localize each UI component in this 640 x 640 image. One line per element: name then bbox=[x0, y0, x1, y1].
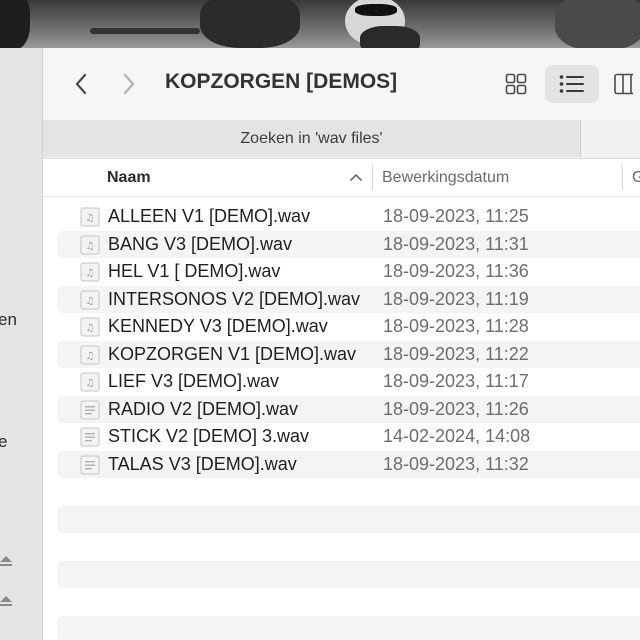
column-header-modified-label: Bewerkingsdatum bbox=[382, 168, 510, 186]
empty-row bbox=[57, 616, 640, 640]
file-row[interactable]: ♫ INTERSONOS V2 [DEMO].wav 18-09-2023, 1… bbox=[57, 285, 640, 313]
file-date: 18-09-2023, 11:26 bbox=[383, 398, 529, 419]
file-name: RADIO V2 [DEMO].wav bbox=[108, 398, 299, 419]
list-icon bbox=[559, 75, 584, 93]
column-header-third[interactable]: G bbox=[632, 159, 640, 196]
file-date: 18-09-2023, 11:17 bbox=[383, 371, 529, 391]
search-scope-bar: Zoeken in 'wav files' bbox=[43, 120, 640, 159]
file-row[interactable]: ♫ BANG V3 [DEMO].wav 18-09-2023, 11:31 bbox=[57, 230, 640, 258]
desktop-wallpaper bbox=[0, 0, 640, 48]
file-row[interactable]: ♫ HEL V1 [ DEMO].wav 18-09-2023, 11:36 bbox=[57, 258, 640, 286]
icon-view-button[interactable] bbox=[489, 65, 543, 103]
empty-row bbox=[57, 506, 640, 533]
file-name: ALLEEN V1 [DEMO].wav bbox=[108, 206, 311, 226]
file-name: LIEF V3 [DEMO].wav bbox=[108, 371, 280, 391]
audio-file-icon: ♫ bbox=[80, 207, 100, 227]
svg-text:♫: ♫ bbox=[86, 241, 95, 252]
file-name: KOPZORGEN V1 [DEMO].wav bbox=[108, 343, 357, 364]
column-header-modified[interactable]: Bewerkingsdatum bbox=[382, 159, 612, 196]
file-row[interactable]: ♫ ALLEEN V1 [DEMO].wav 18-09-2023, 11:25 bbox=[57, 203, 640, 231]
file-date: 18-09-2023, 11:19 bbox=[383, 288, 529, 309]
chevron-left-icon bbox=[75, 73, 87, 95]
column-header: Naam Bewerkingsdatum G bbox=[43, 159, 640, 197]
document-file-icon bbox=[80, 400, 100, 419]
svg-text:♫: ♫ bbox=[86, 323, 95, 334]
audio-file-icon: ♫ bbox=[80, 235, 100, 254]
svg-text:♫: ♫ bbox=[86, 351, 95, 362]
file-date: 18-09-2023, 11:32 bbox=[383, 453, 529, 474]
file-date: 18-09-2023, 11:25 bbox=[383, 206, 529, 226]
back-button[interactable] bbox=[65, 68, 97, 100]
column-header-name-label: Naam bbox=[107, 168, 151, 186]
column-view-button[interactable] bbox=[603, 65, 640, 103]
audio-file-icon: ♫ bbox=[80, 372, 100, 392]
audio-file-icon: ♫ bbox=[80, 262, 100, 282]
audio-file-icon: ♫ bbox=[80, 345, 100, 364]
columns-icon bbox=[614, 73, 633, 95]
file-row[interactable]: ♫ KOPZORGEN V1 [DEMO].wav 18-09-2023, 11… bbox=[57, 340, 640, 368]
file-row[interactable]: ♫ LIEF V3 [DEMO].wav 18-09-2023, 11:17 bbox=[57, 368, 640, 396]
finder-window: KOPZORGEN [DEMOS] Zoeken in 'wav files' … bbox=[43, 48, 640, 640]
sort-ascending-icon bbox=[350, 174, 362, 181]
file-name: HEL V1 [ DEMO].wav bbox=[108, 261, 281, 281]
file-row[interactable]: RADIO V2 [DEMO].wav 18-09-2023, 11:26 bbox=[57, 395, 640, 423]
file-date: 18-09-2023, 11:22 bbox=[383, 343, 529, 364]
document-file-icon bbox=[80, 455, 100, 474]
column-header-third-label: G bbox=[632, 168, 640, 186]
file-date: 18-09-2023, 11:31 bbox=[383, 233, 529, 254]
file-name: BANG V3 [DEMO].wav bbox=[108, 233, 293, 254]
column-separator[interactable] bbox=[622, 165, 623, 190]
file-name: TALAS V3 [DEMO].wav bbox=[108, 453, 297, 474]
file-row[interactable]: TALAS V3 [DEMO].wav 18-09-2023, 11:32 bbox=[57, 450, 640, 478]
forward-button[interactable] bbox=[113, 68, 145, 100]
grid-icon bbox=[505, 73, 527, 95]
file-row[interactable]: ♫ KENNEDY V3 [DEMO].wav 18-09-2023, 11:2… bbox=[57, 313, 640, 341]
window-title: KOPZORGEN [DEMOS] bbox=[165, 70, 398, 93]
svg-text:♫: ♫ bbox=[86, 378, 95, 389]
list-view-button[interactable] bbox=[545, 65, 599, 103]
file-name: INTERSONOS V2 [DEMO].wav bbox=[108, 288, 361, 309]
document-file-icon bbox=[80, 427, 100, 447]
chevron-right-icon bbox=[123, 73, 135, 95]
svg-text:♫: ♫ bbox=[86, 296, 95, 307]
file-row[interactable]: STICK V2 [DEMO] 3.wav 14-02-2024, 14:08 bbox=[57, 423, 640, 451]
file-date: 18-09-2023, 11:28 bbox=[383, 316, 529, 336]
file-date: 18-09-2023, 11:36 bbox=[383, 261, 529, 281]
eject-icon[interactable] bbox=[0, 556, 12, 566]
toolbar: KOPZORGEN [DEMOS] bbox=[43, 48, 640, 120]
column-separator[interactable] bbox=[372, 165, 373, 190]
file-date: 14-02-2024, 14:08 bbox=[383, 426, 531, 446]
search-scope-tab[interactable]: Zoeken in 'wav files' bbox=[43, 120, 581, 157]
svg-text:♫: ♫ bbox=[86, 268, 95, 279]
audio-file-icon: ♫ bbox=[80, 290, 100, 309]
svg-text:♫: ♫ bbox=[86, 213, 95, 224]
column-header-name[interactable]: Naam bbox=[107, 159, 372, 196]
file-name: KENNEDY V3 [DEMO].wav bbox=[108, 316, 328, 336]
sidebar-item-label[interactable]: e bbox=[0, 432, 7, 452]
sidebar-item-label[interactable]: en bbox=[0, 310, 17, 330]
file-name: STICK V2 [DEMO] 3.wav bbox=[108, 426, 310, 446]
empty-row bbox=[57, 561, 640, 588]
finder-screen: en e KOPZORGEN [DEMOS] bbox=[0, 0, 640, 640]
sidebar: en e bbox=[0, 48, 43, 640]
eject-icon[interactable] bbox=[0, 596, 12, 606]
audio-file-icon: ♫ bbox=[80, 317, 100, 337]
